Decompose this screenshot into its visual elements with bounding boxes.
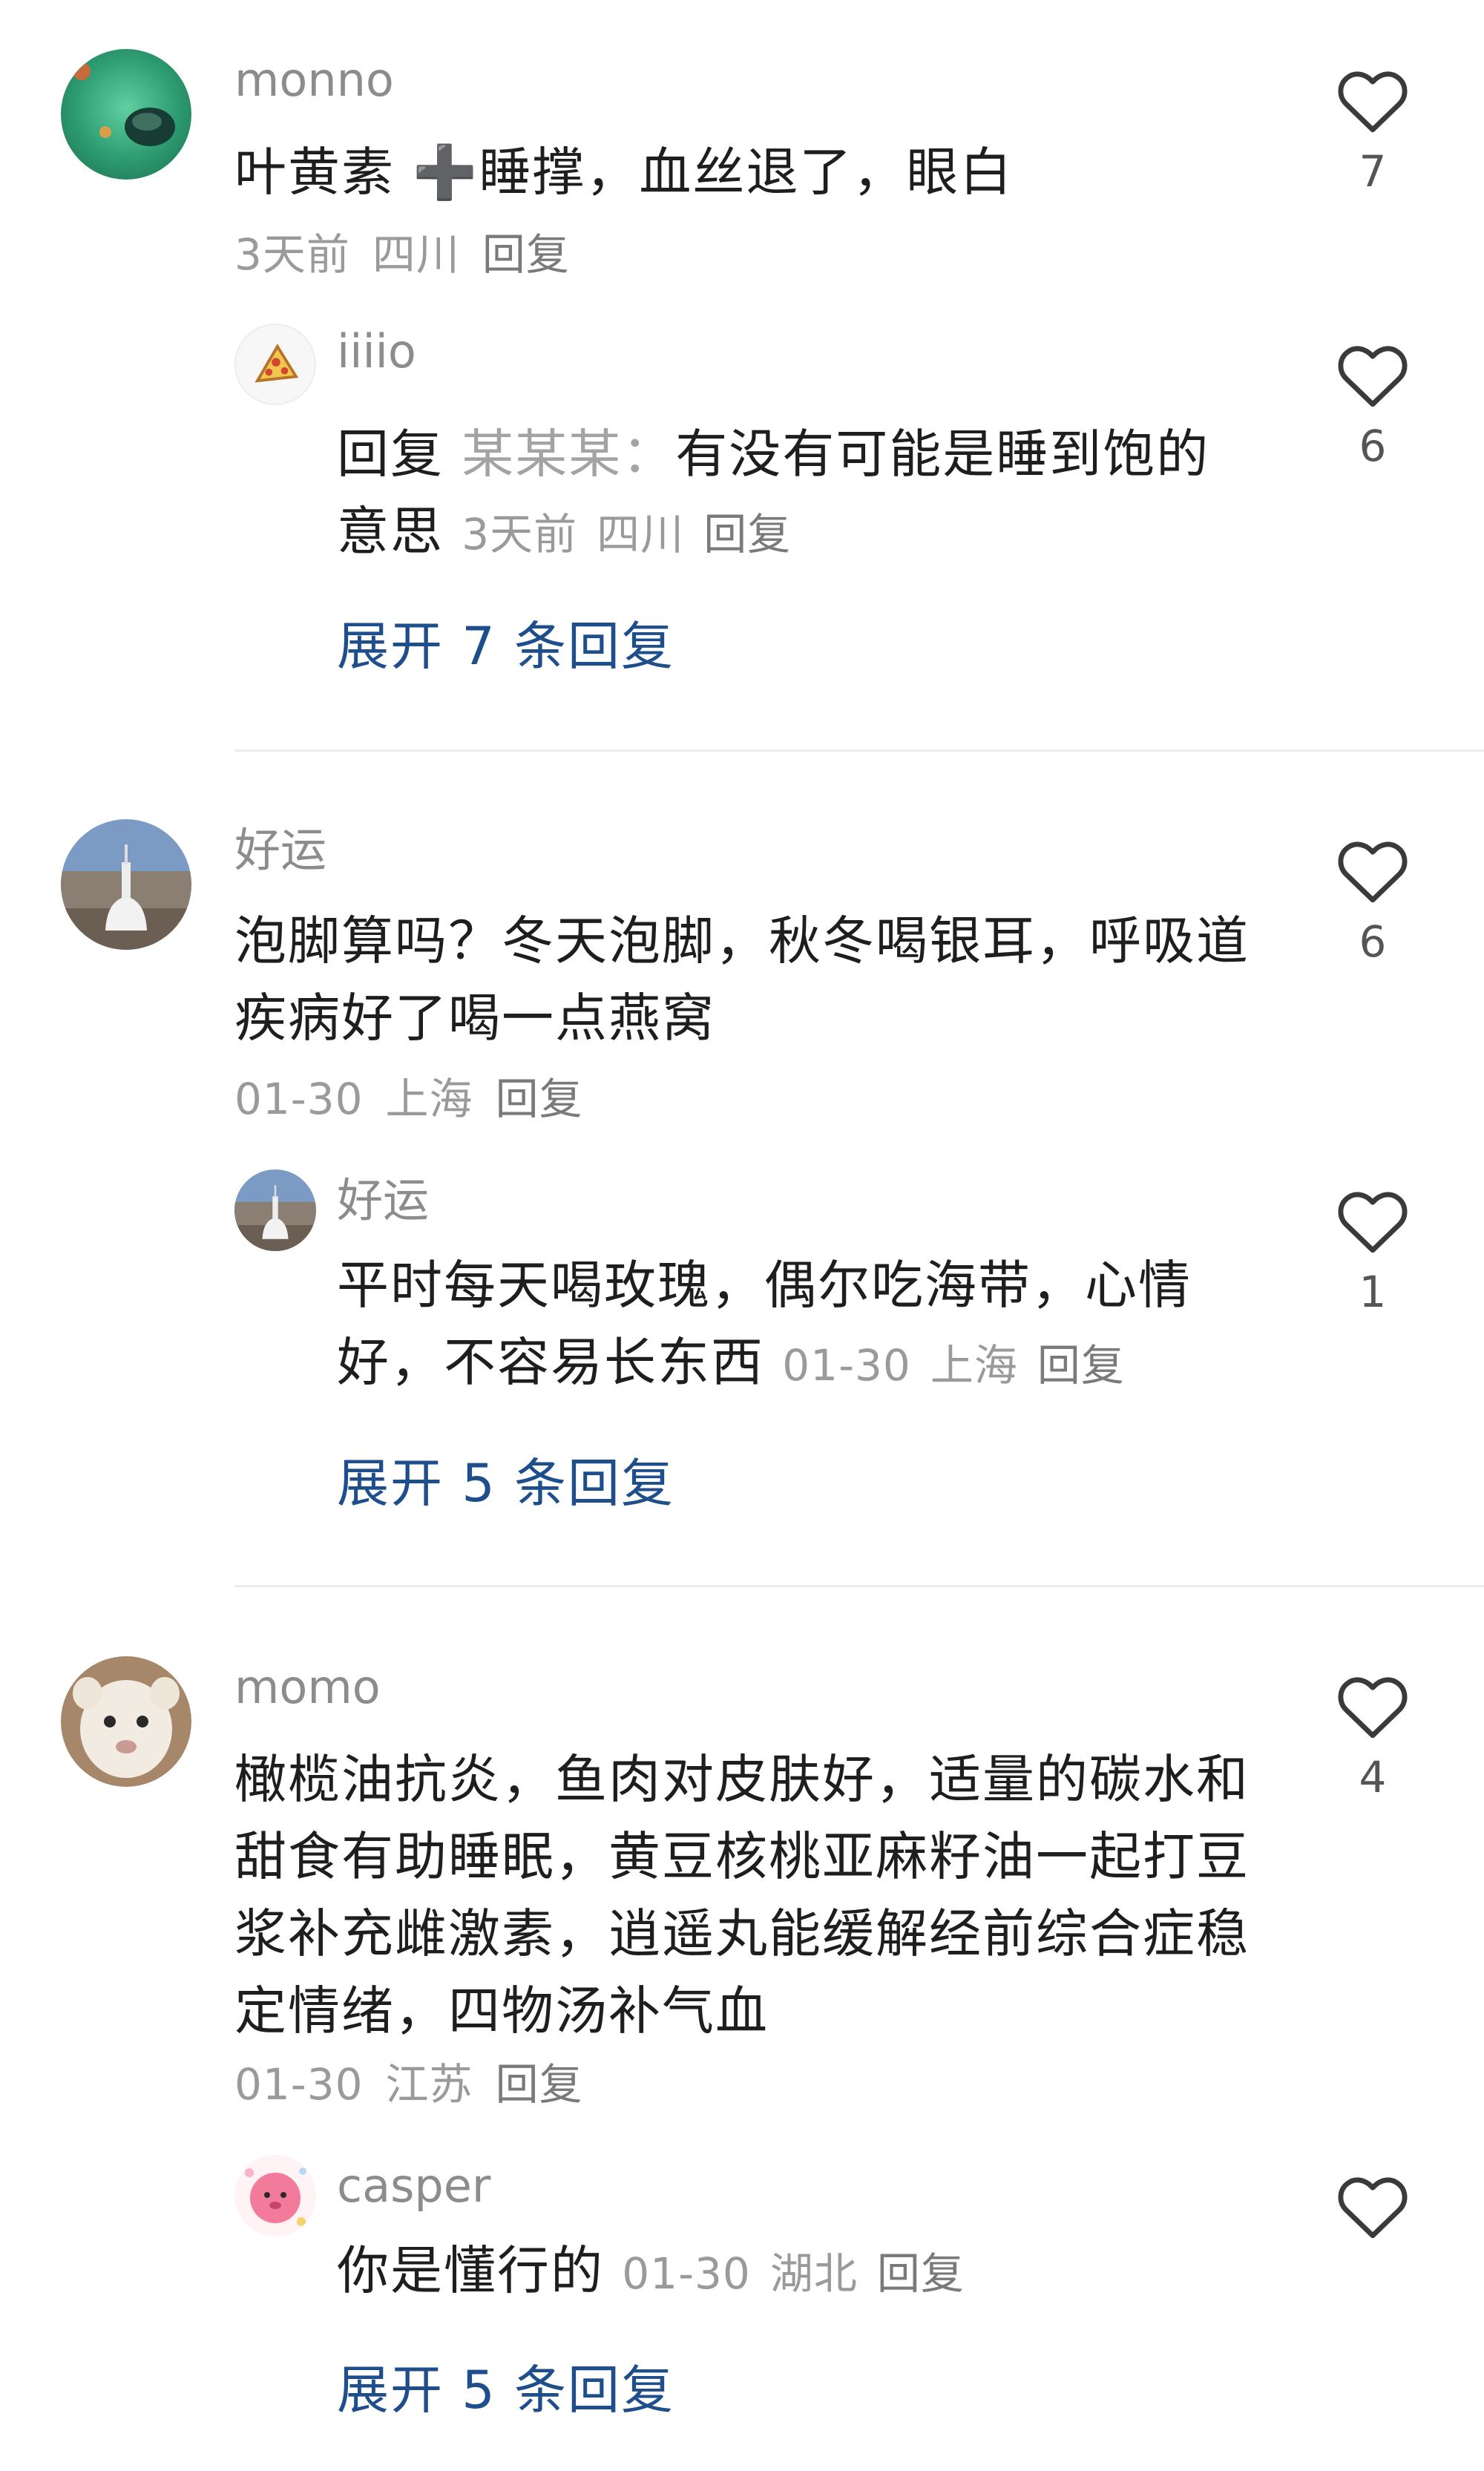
like-button[interactable] [1328,2171,1417,2251]
reply-username[interactable]: casper [337,2156,490,2216]
reply-meta: 01-30 湖北 回复 [622,2248,984,2299]
like-count: 4 [1359,1752,1387,1802]
reply-time: 01-30 [622,2248,751,2299]
reply-button[interactable]: 回复 [703,509,791,559]
comment-username[interactable]: momo [234,1658,381,1717]
reply-meta: 3天前 四川 回复 [462,509,810,559]
stupa-avatar-image [61,819,191,950]
stupa-avatar-image [234,1169,316,1251]
thread-divider [234,749,1484,752]
like-button[interactable]: 1 [1328,1186,1417,1318]
avatar[interactable] [234,2155,316,2237]
pink-cartoon-avatar-image [245,2168,306,2226]
reply-text: 平时每天喝玫瑰，偶尔吃海带，心情好，不容易长东西 01-30 上海 回复 [337,1247,1257,1404]
like-button[interactable]: 4 [1328,1671,1417,1803]
reply-text: 你是懂行的 01-30 湖北 回复 [337,2232,1257,2312]
heart-outline-icon [1338,841,1408,903]
reply-location: 湖北 [769,2248,858,2299]
reply-time: 01-30 [782,1340,911,1391]
expand-replies-link[interactable]: 展开 7 条回复 [337,613,674,680]
avatar[interactable] [61,1656,191,1787]
like-count: 7 [1359,146,1387,197]
reply-username[interactable]: 好运 [337,1171,429,1230]
comment-location: 江苏 [385,2059,473,2110]
reply-time: 3天前 [462,509,578,559]
reply-location: 上海 [930,1340,1018,1391]
heart-outline-icon [1338,1677,1408,1739]
heart-outline-icon [1338,2177,1408,2239]
avatar[interactable] [234,1169,316,1251]
reply-prefix: 回复 [337,424,444,485]
reply-username[interactable]: iiiio [337,322,416,381]
like-count: 6 [1359,916,1387,967]
comment-time: 3天前 [234,229,350,280]
white-lion-cub-avatar-image [61,1656,191,1787]
like-button[interactable]: 6 [1328,836,1417,968]
avatar[interactable] [61,49,191,180]
reply-button[interactable]: 回复 [877,2248,965,2299]
reply-text: 回复 某某某：有没有可能是睡到饱的意思 3天前 四川 回复 [337,416,1257,573]
pizza-avatar-image [255,344,299,383]
heart-outline-icon [1338,71,1408,133]
heart-outline-icon [1338,346,1408,407]
comment-location: 上海 [385,1074,473,1124]
comment-meta: 01-30 上海 回复 [234,1064,605,1126]
reply-meta: 01-30 上海 回复 [782,1340,1144,1391]
comment-text: 叶黄素 ➕睡撑，血丝退了，眼白 [234,142,1014,203]
expand-replies-link[interactable]: 展开 5 条回复 [337,1450,674,1517]
reply-button[interactable]: 回复 [496,2059,583,2110]
avatar[interactable] [234,324,316,405]
reply-to-username[interactable]: 某某某： [462,424,675,485]
reply-body: 你是懂行的 [337,2240,604,2301]
comment-username[interactable]: monno [234,50,394,110]
thread-divider [234,1585,1484,1587]
reply-button[interactable]: 回复 [482,229,570,280]
like-button[interactable]: 7 [1328,65,1417,197]
like-button[interactable]: 6 [1328,340,1417,472]
comment-text: 泡脚算吗？冬天泡脚，秋冬喝银耳，呼吸道疾病好了喝一点燕窝 [234,910,1250,1049]
reply-button[interactable]: 回复 [1037,1340,1125,1391]
comment-location: 四川 [372,229,460,280]
like-count: 6 [1359,421,1387,471]
comment-time: 01-30 [234,1074,364,1124]
comment-username[interactable]: 好运 [234,821,326,880]
heart-outline-icon [1338,1192,1408,1253]
reply-button[interactable]: 回复 [496,1074,583,1124]
avatar[interactable] [61,819,191,950]
comment-meta: 01-30 江苏 回复 [234,2050,605,2112]
expand-replies-link[interactable]: 展开 5 条回复 [337,2357,674,2424]
ocean-avatar-image [61,49,191,180]
comment-meta: 3天前 四川 回复 [234,220,592,282]
comment-time: 01-30 [234,2059,364,2110]
like-count: 1 [1359,1267,1387,1317]
reply-location: 四川 [597,509,685,559]
comment-text: 橄榄油抗炎，鱼肉对皮肤好，适量的碳水和甜食有助睡眠，黄豆核桃亚麻籽油一起打豆浆补… [234,1749,1250,2041]
